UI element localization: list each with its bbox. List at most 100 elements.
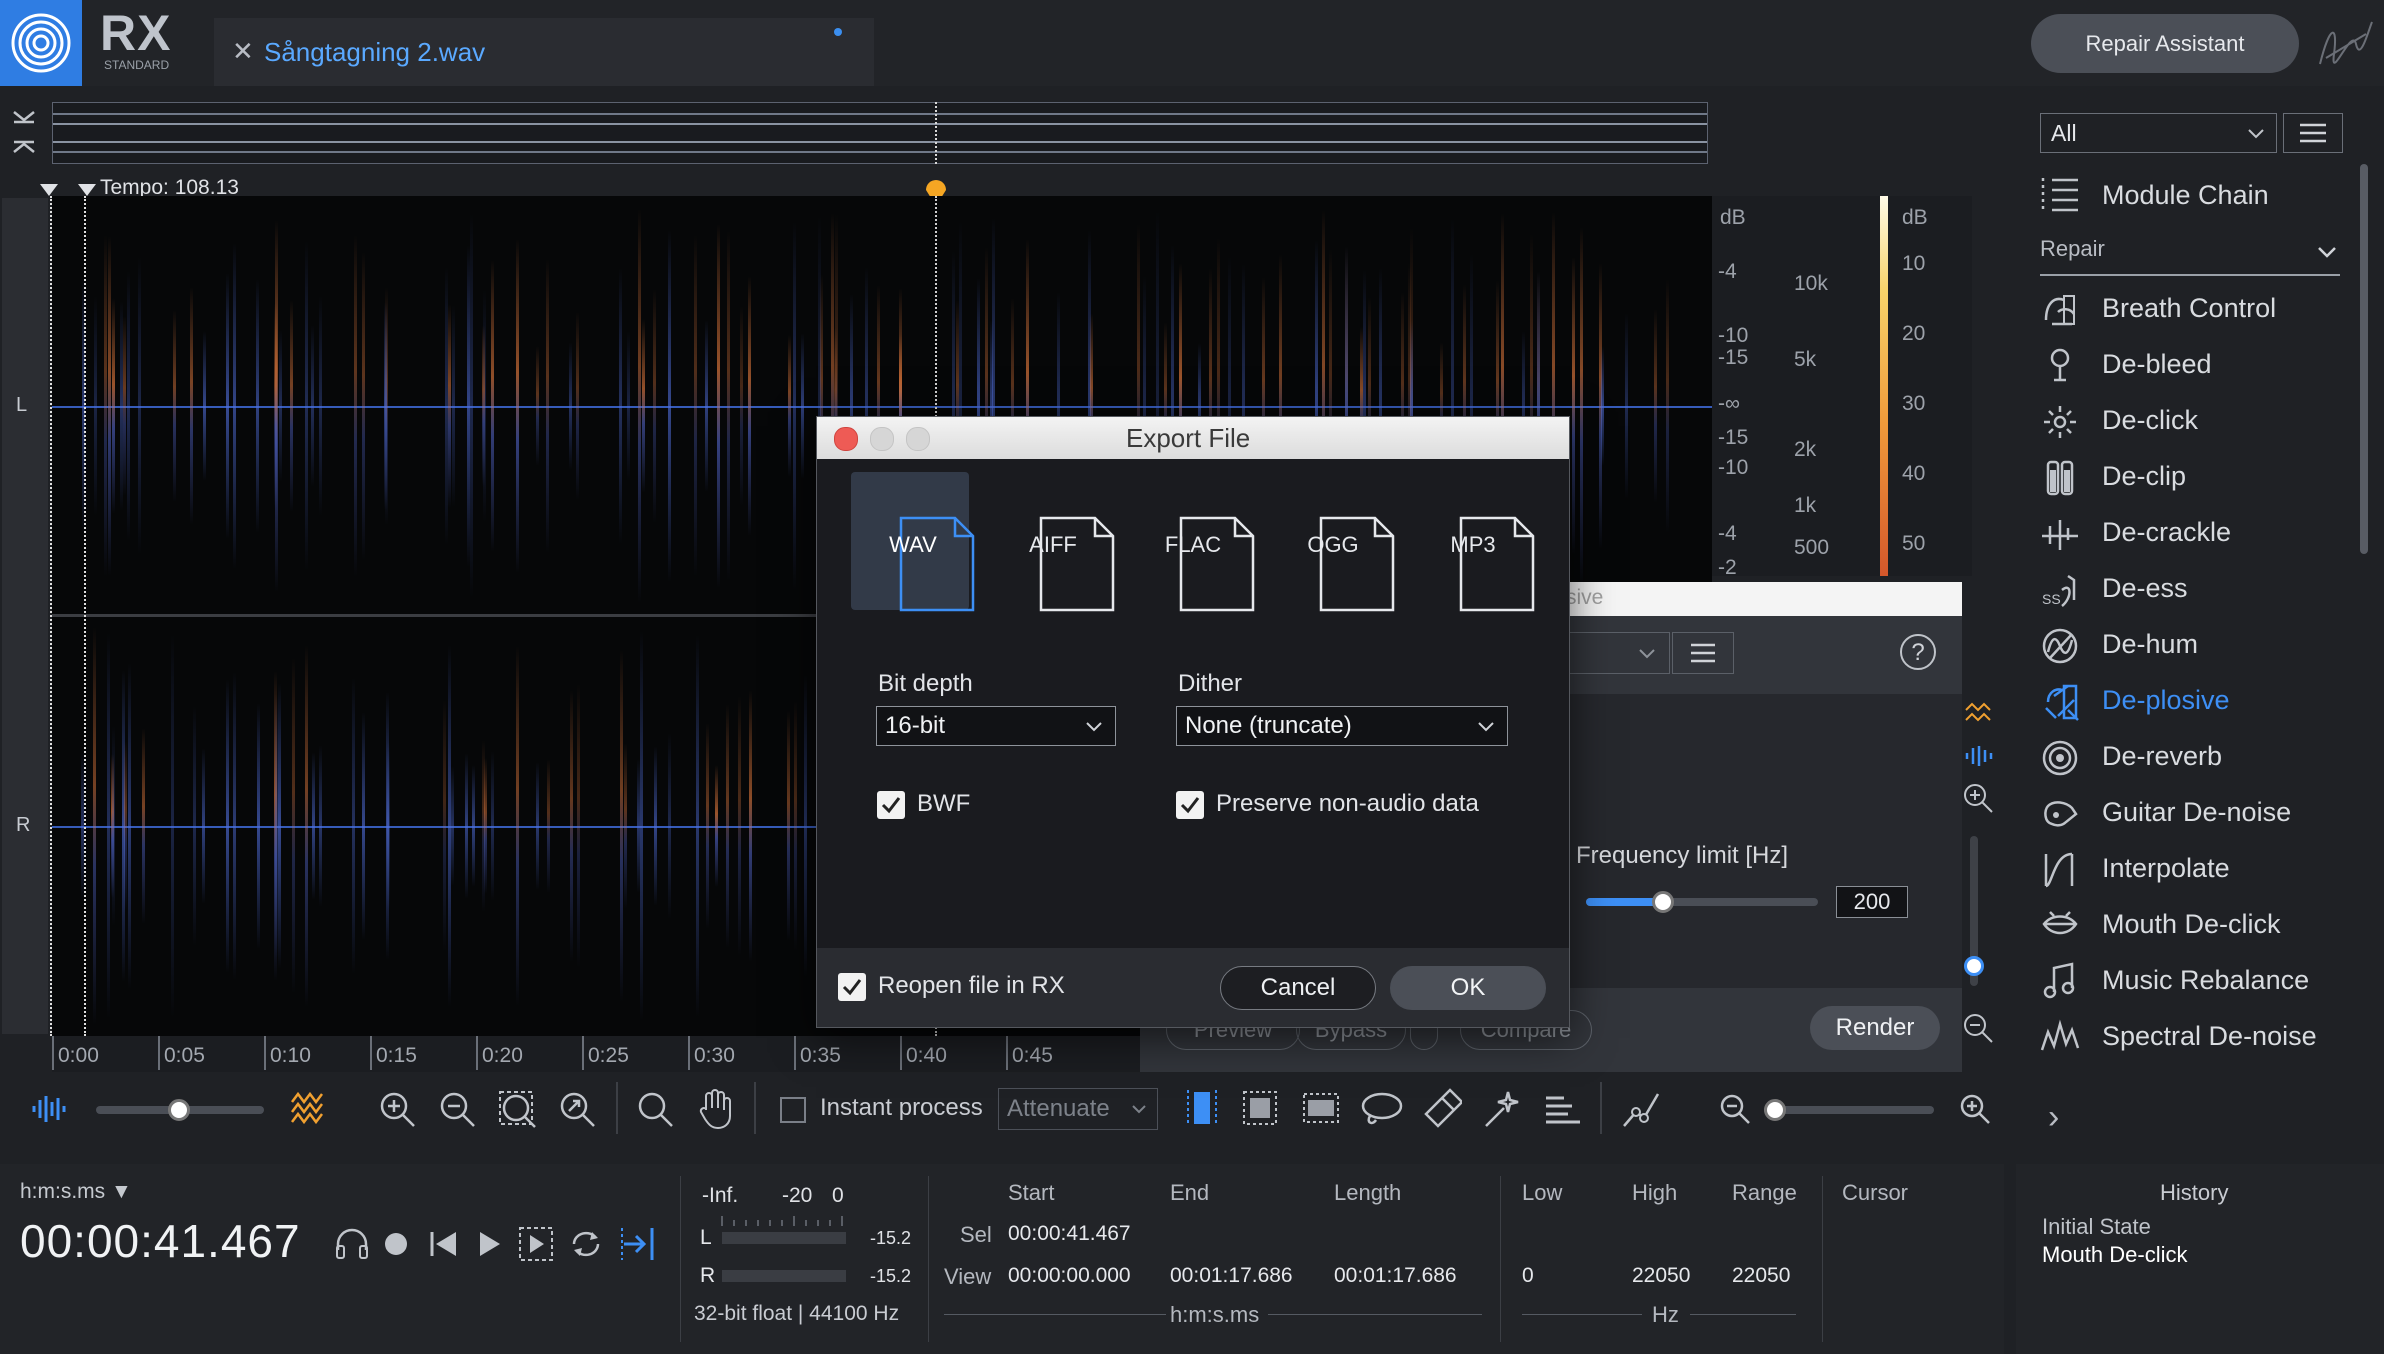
zoom-out-side-icon[interactable] [1962, 1012, 1994, 1044]
zoom-selection-icon[interactable] [498, 1090, 538, 1130]
module-chain-label[interactable]: Module Chain [2102, 180, 2269, 211]
view-end-value[interactable]: 00:01:17.686 [1170, 1264, 1293, 1288]
preserve-non-audio-label[interactable]: Preserve non-audio data [1216, 790, 1479, 818]
module-item-de-clip[interactable]: De-clip [2040, 452, 2340, 504]
format-aiff-option[interactable]: AIFF [991, 472, 1115, 612]
module-item-de-crackle[interactable]: De-crackle [2040, 508, 2340, 560]
bwf-checkbox[interactable] [877, 791, 905, 819]
waveform-overview[interactable] [52, 102, 1708, 164]
module-category-header[interactable]: Repair [2040, 236, 2340, 276]
frequency-selection-tool-icon[interactable] [1242, 1090, 1278, 1126]
freq-zoom-in-icon[interactable] [1958, 1092, 1992, 1126]
module-list-scrollbar[interactable] [2360, 164, 2368, 554]
module-item-breath-control[interactable]: Breath Control [2040, 284, 2340, 336]
hand-tool-icon[interactable] [696, 1088, 736, 1130]
instant-process-mode-select[interactable]: Attenuate [998, 1088, 1158, 1130]
bwf-label[interactable]: BWF [917, 790, 970, 818]
cancel-button[interactable]: Cancel [1220, 966, 1376, 1010]
channel-left-label[interactable]: L [16, 394, 27, 417]
reopen-file-label[interactable]: Reopen file in RX [878, 972, 1065, 1000]
frequency-limit-knob[interactable] [1651, 891, 1674, 913]
preset-menu-button[interactable] [1672, 632, 1734, 674]
zoom-out-icon[interactable] [438, 1090, 478, 1130]
follow-playhead-icon[interactable] [620, 1226, 656, 1262]
module-menu-button[interactable] [2283, 113, 2343, 153]
format-mp3-option[interactable]: MP3 [1411, 472, 1535, 612]
harmonic-selection-icon[interactable] [1542, 1092, 1582, 1128]
record-icon[interactable] [384, 1232, 408, 1256]
ok-button[interactable]: OK [1390, 966, 1546, 1010]
time-format-dropdown[interactable]: h:m:s.ms ▼ [20, 1180, 132, 1204]
skip-back-icon[interactable] [428, 1230, 458, 1258]
zoom-tool-icon[interactable] [636, 1090, 676, 1130]
view-length-value[interactable]: 00:01:17.686 [1334, 1264, 1457, 1288]
module-item-de-hum[interactable]: De-hum [2040, 620, 2340, 672]
module-item-de-ess[interactable]: SS De-ess [2040, 564, 2340, 616]
spectrogram-view-icon[interactable] [288, 1090, 328, 1126]
zoom-window-button[interactable] [906, 427, 930, 451]
help-button[interactable]: ? [1900, 634, 1936, 670]
vertical-zoom-knob[interactable] [1964, 956, 1984, 976]
frequency-limit-slider[interactable] [1586, 898, 1818, 906]
brush-tool-icon[interactable] [1422, 1088, 1462, 1130]
module-item-mouth-de-click[interactable]: Mouth De-click [2040, 900, 2340, 952]
low-freq-value[interactable]: 0 [1522, 1264, 1534, 1288]
lasso-tool-icon[interactable] [1360, 1090, 1404, 1130]
loop-icon[interactable] [568, 1228, 604, 1260]
dither-select[interactable]: None (truncate) [1176, 706, 1508, 746]
zoom-in-side-icon[interactable] [1962, 782, 1994, 814]
headphones-icon[interactable] [334, 1226, 370, 1260]
zoom-in-icon[interactable] [378, 1090, 418, 1130]
format-flac-option[interactable]: FLAC [1131, 472, 1255, 612]
instant-process-checkbox[interactable] [780, 1097, 806, 1123]
gain-envelope-icon[interactable] [1620, 1088, 1662, 1130]
module-item-de-reverb[interactable]: De-reverb [2040, 732, 2340, 784]
izotope-logo[interactable] [0, 0, 82, 86]
tab-filename[interactable]: Sångtagning 2.wav [264, 37, 485, 68]
history-item[interactable]: Mouth De-click [2042, 1242, 2187, 1268]
zoom-fit-icon[interactable] [558, 1090, 598, 1130]
sel-start-value[interactable]: 00:00:41.467 [1008, 1222, 1131, 1246]
frequency-zoom-knob[interactable] [1764, 1099, 1786, 1121]
module-item-de-click[interactable]: De-click [2040, 396, 2340, 448]
time-frequency-selection-icon[interactable] [1302, 1092, 1340, 1124]
magic-wand-icon[interactable] [1482, 1088, 1522, 1130]
frequency-zoom-slider[interactable] [1764, 1106, 1934, 1114]
frequency-limit-value[interactable]: 200 [1836, 886, 1908, 918]
play-selection-icon[interactable] [518, 1226, 554, 1262]
close-window-button[interactable] [834, 427, 858, 451]
module-item-de-bleed[interactable]: De-bleed [2040, 340, 2340, 392]
minimize-window-button[interactable] [870, 427, 894, 451]
freq-zoom-out-icon[interactable] [1718, 1092, 1752, 1126]
tab-close-icon[interactable]: ✕ [232, 36, 254, 67]
waveform-view-icon[interactable] [30, 1092, 70, 1126]
high-freq-value[interactable]: 22050 [1632, 1264, 1690, 1288]
range-freq-value[interactable]: 22050 [1732, 1264, 1790, 1288]
channel-right-label[interactable]: R [16, 814, 30, 837]
module-item-de-plosive[interactable]: De-plosive [2040, 676, 2340, 728]
preserve-non-audio-checkbox[interactable] [1176, 791, 1204, 819]
format-ogg-option[interactable]: OGG [1271, 472, 1395, 612]
instant-process-label[interactable]: Instant process [820, 1094, 983, 1122]
reopen-file-checkbox[interactable] [838, 973, 866, 1001]
module-item-music-rebalance[interactable]: Music Rebalance [2040, 956, 2340, 1008]
view-start-value[interactable]: 00:00:00.000 [1008, 1264, 1131, 1288]
module-item-spectral-de-noise[interactable]: Spectral De-noise [2040, 1012, 2340, 1064]
render-button[interactable]: Render [1810, 1006, 1940, 1050]
play-icon[interactable] [476, 1230, 502, 1258]
expand-panel-icon[interactable]: › [2048, 1098, 2059, 1137]
blend-slider-knob[interactable] [168, 1099, 190, 1121]
history-item[interactable]: Initial State [2042, 1214, 2151, 1240]
time-selection-tool-icon[interactable] [1184, 1088, 1220, 1128]
module-filter-select[interactable]: All [2040, 113, 2277, 153]
collapse-overview-icon[interactable] [10, 108, 38, 156]
module-chain-icon[interactable] [2040, 176, 2080, 212]
module-item-guitar-de-noise[interactable]: Guitar De-noise [2040, 788, 2340, 840]
format-wav-option[interactable]: WAV [851, 472, 975, 612]
bit-depth-select[interactable]: 16-bit [876, 706, 1116, 746]
module-item-interpolate[interactable]: Interpolate [2040, 844, 2340, 896]
scale-panel[interactable]: dB -4 -10 -15 -∞ -15 -10 -4 -2 10k 5k 2k… [1712, 196, 1972, 579]
preset-select[interactable] [1560, 632, 1670, 674]
spectrogram-mini-icon[interactable] [1964, 700, 1994, 724]
repair-assistant-button[interactable]: Repair Assistant [2031, 14, 2299, 73]
